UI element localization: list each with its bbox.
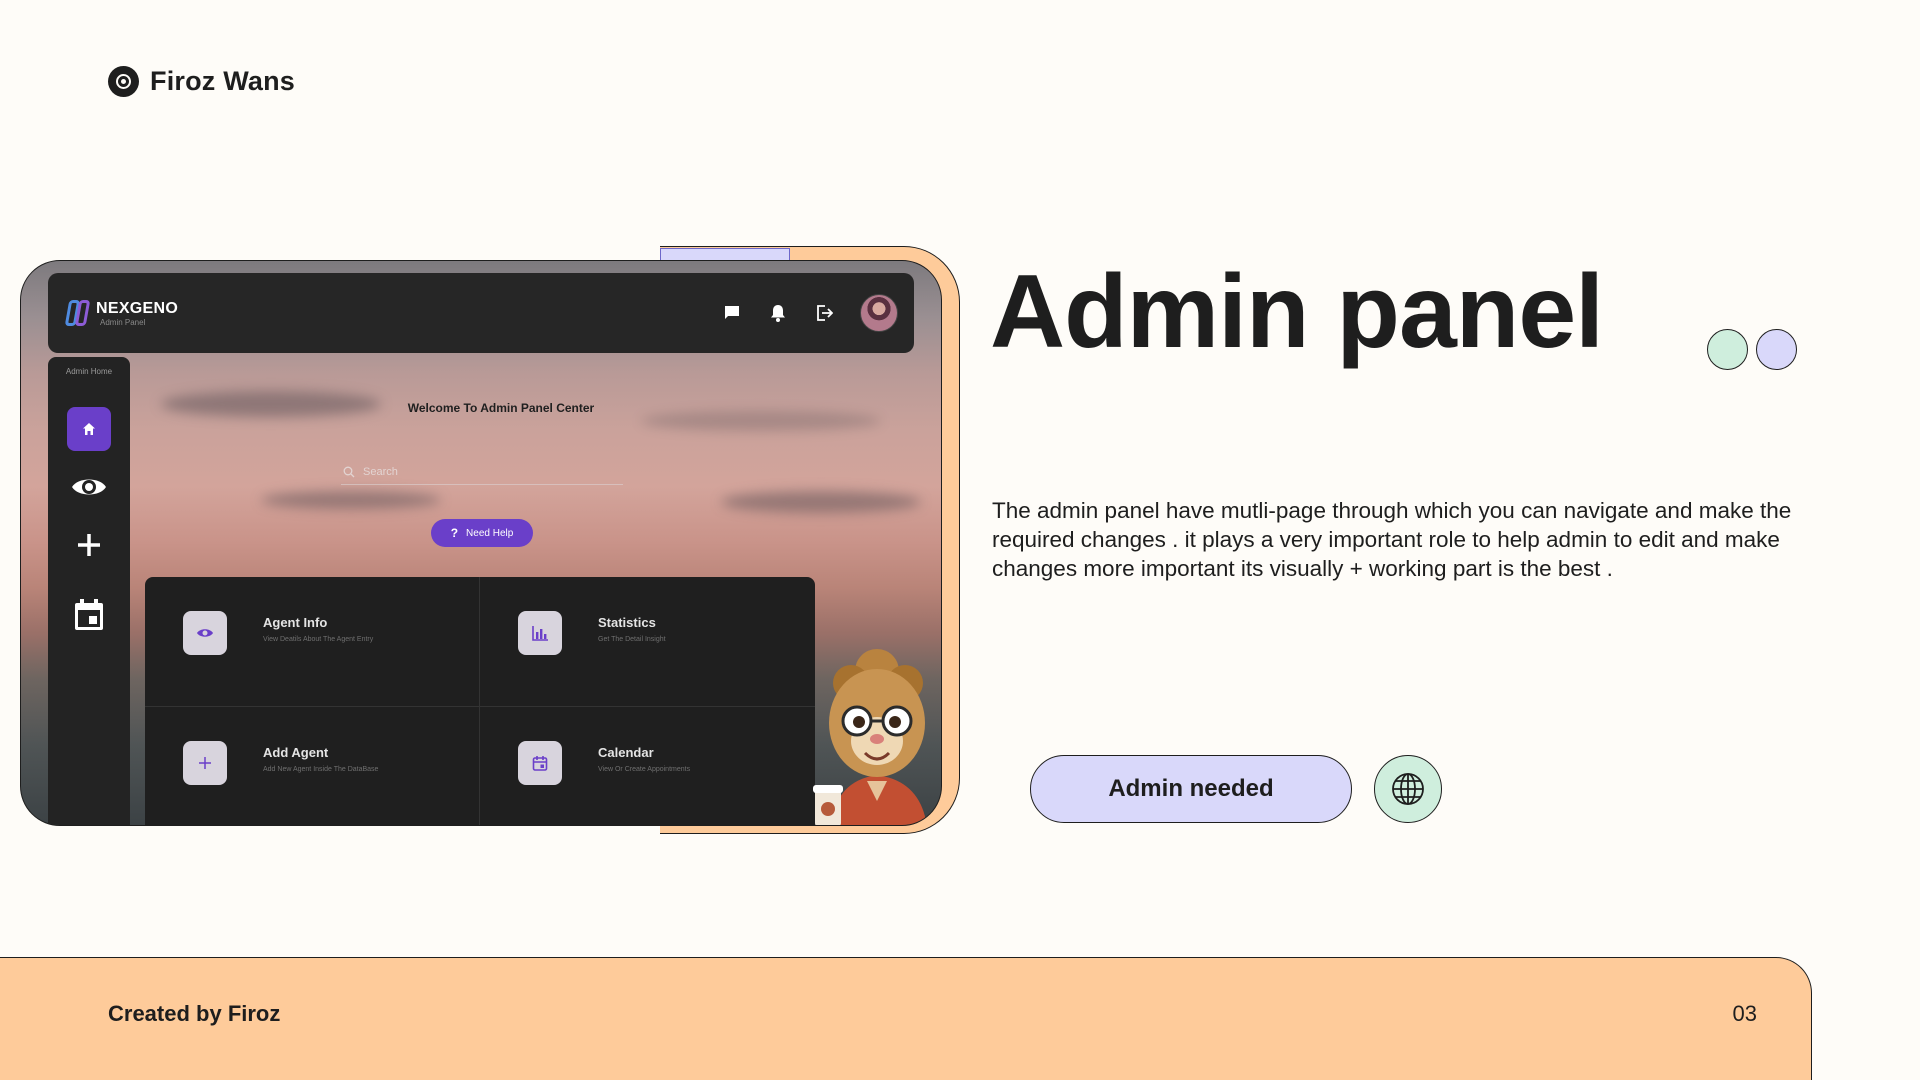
dashboard-cards: Agent Info View Deatils About The Agent …: [145, 577, 815, 825]
eye-icon: [72, 479, 106, 495]
card-title: Statistics: [598, 615, 656, 630]
admin-needed-button[interactable]: Admin needed: [1030, 755, 1352, 823]
sidebar-item-calendar[interactable]: [67, 593, 111, 637]
need-help-label: Need Help: [466, 527, 514, 539]
card-subtitle: Get The Detail Insight: [598, 636, 666, 643]
plus-icon: [78, 534, 100, 556]
card-title: Add Agent: [263, 745, 329, 760]
avatar[interactable]: [860, 294, 898, 332]
app-subtitle: Admin Panel: [100, 317, 146, 327]
card-title: Agent Info: [263, 615, 328, 630]
plus-icon: [183, 741, 227, 785]
brand: Firoz Wans: [108, 66, 295, 97]
bell-icon[interactable]: [768, 303, 788, 323]
search-input[interactable]: [363, 465, 603, 478]
chat-icon[interactable]: [722, 303, 742, 323]
sidebar-item-add[interactable]: [67, 523, 111, 567]
topbar-actions: [722, 294, 898, 332]
card-add-agent[interactable]: Add Agent Add New Agent Inside The DataB…: [145, 707, 480, 825]
card-calendar[interactable]: Calendar View Or Create Appointments: [480, 707, 815, 825]
sidebar-label: Admin Home: [65, 367, 113, 376]
mockup-topbar: NEXGENO Admin Panel: [48, 273, 914, 353]
globe-icon: [1392, 773, 1424, 805]
logout-icon[interactable]: [814, 303, 834, 323]
app-logo-text: NEXGENO Admin Panel: [96, 300, 178, 327]
search-bar: [341, 459, 623, 485]
footer-credit: Created by Firoz: [108, 1001, 281, 1026]
card-subtitle: View Deatils About The Agent Entry: [263, 636, 374, 643]
bar-chart-icon: [518, 611, 562, 655]
cloud-decoration: [261, 491, 441, 509]
footer-bar: Created by Firoz 03: [0, 957, 1812, 1080]
help-icon: ?: [450, 526, 459, 540]
need-help-button[interactable]: ? Need Help: [431, 519, 533, 547]
search-icon: [343, 466, 355, 477]
calendar-icon: [75, 599, 103, 630]
mockup-sidebar: Admin Home: [48, 357, 130, 825]
page-title: Admin panel: [990, 254, 1604, 370]
admin-panel-mockup: NEXGENO Admin Panel Admin Home Welcome T…: [20, 260, 942, 826]
sidebar-item-view[interactable]: [67, 465, 111, 509]
sidebar-item-home[interactable]: [67, 407, 111, 451]
description-text: The admin panel have mutli-page through …: [992, 498, 1792, 581]
eye-icon: [183, 611, 227, 655]
page-number: 03: [1732, 1001, 1757, 1026]
globe-button[interactable]: [1374, 755, 1442, 823]
app-name: NEXGENO: [96, 299, 179, 317]
card-title: Calendar: [598, 745, 654, 760]
decorative-dot-purple: [1756, 329, 1797, 370]
card-subtitle: Add New Agent Inside The DataBase: [263, 766, 379, 773]
cloud-decoration: [721, 491, 921, 513]
home-icon: [83, 423, 95, 435]
welcome-heading: Welcome To Admin Panel Center: [407, 401, 595, 415]
card-statistics[interactable]: Statistics Get The Detail Insight: [480, 577, 815, 707]
card-agent-info[interactable]: Agent Info View Deatils About The Agent …: [145, 577, 480, 707]
card-subtitle: View Or Create Appointments: [598, 766, 691, 773]
brand-name: Firoz Wans: [150, 66, 296, 96]
decorative-dot-green: [1707, 329, 1748, 370]
mascot-illustration: [813, 649, 927, 825]
target-icon: [108, 66, 139, 97]
calendar-icon: [518, 741, 562, 785]
nexgeno-logo-icon: [64, 298, 94, 328]
